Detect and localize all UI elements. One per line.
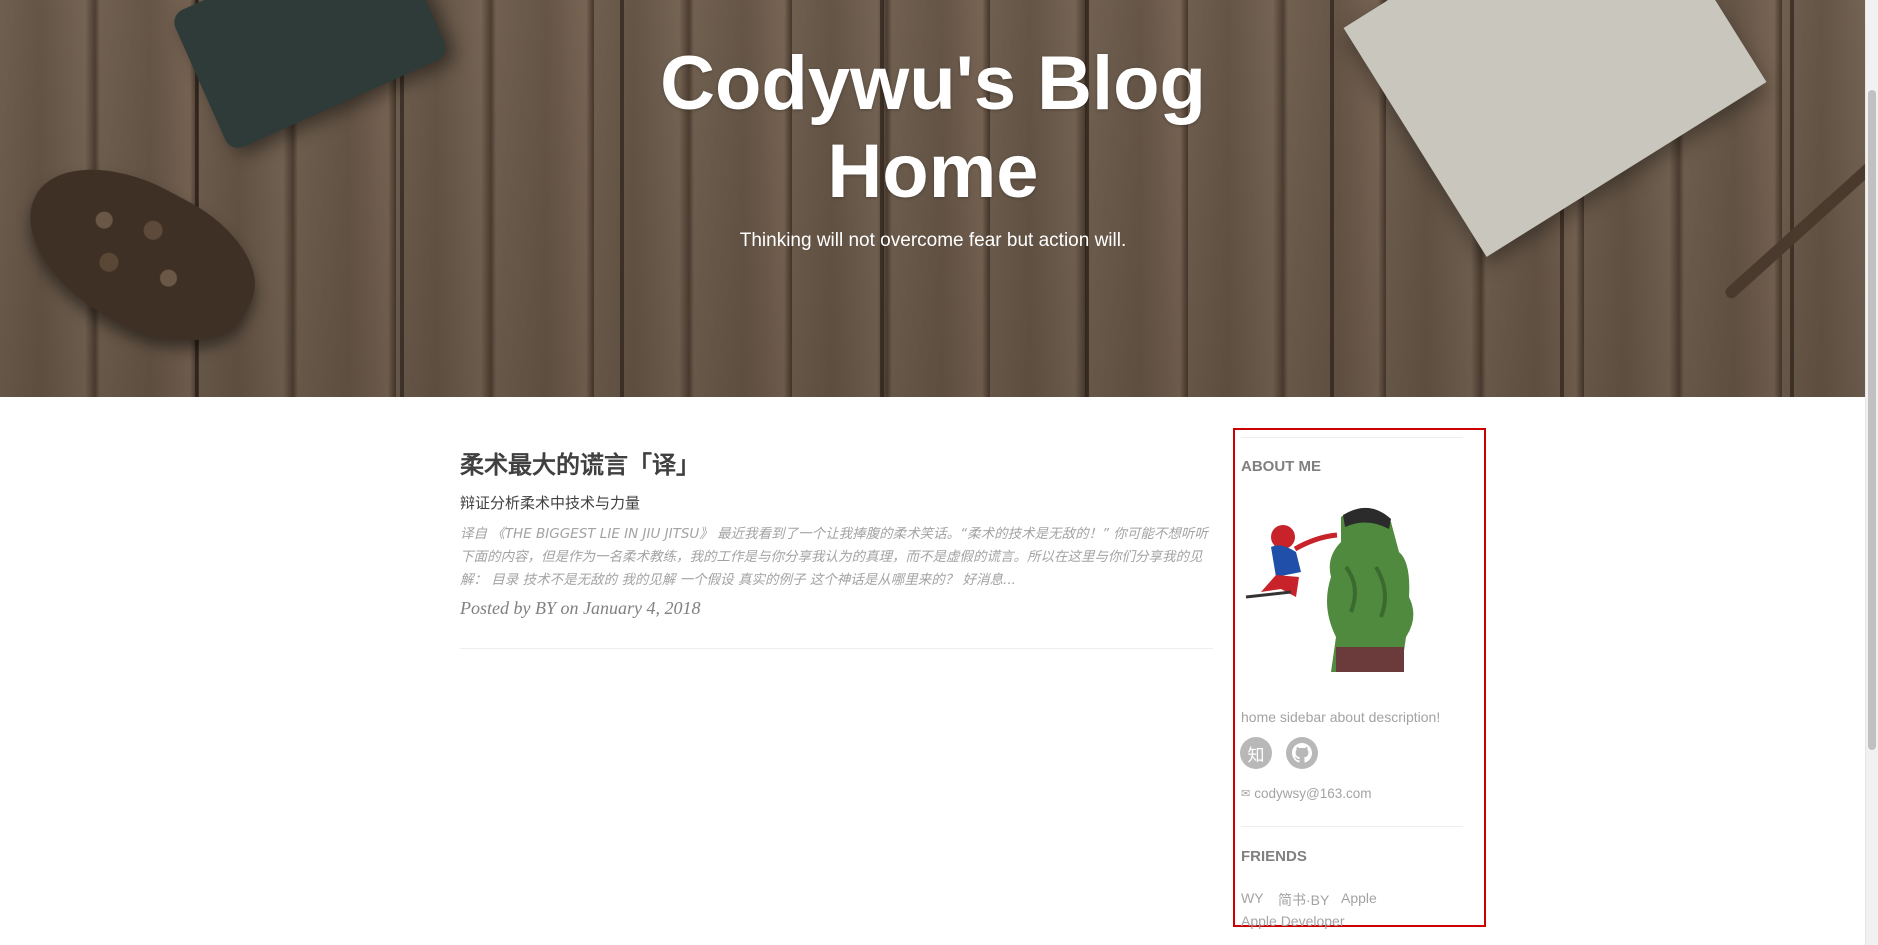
about-description: home sidebar about description! bbox=[1241, 709, 1441, 725]
site-title-line1: Codywu's Blog bbox=[660, 41, 1206, 126]
site-title: Codywu's Blog Home bbox=[0, 40, 1866, 216]
post-meta: Posted by BY on January 4, 2018 bbox=[460, 598, 701, 618]
friend-link-apple-developer[interactable]: Apple Developer bbox=[1241, 913, 1345, 929]
post-divider bbox=[460, 648, 1213, 649]
site-title-line2: Home bbox=[827, 129, 1039, 214]
email-text: codywsy@163.com bbox=[1254, 786, 1372, 801]
friend-link-apple[interactable]: Apple bbox=[1341, 890, 1377, 906]
sidebar-divider bbox=[1241, 826, 1463, 827]
page-scrollbar[interactable] bbox=[1865, 0, 1878, 945]
email-link[interactable]: ✉ codywsy@163.com bbox=[1241, 786, 1371, 801]
page: Codywu's Blog Home Thinking will not ove… bbox=[0, 0, 1878, 945]
site-heading: Codywu's Blog Home Thinking will not ove… bbox=[0, 40, 1866, 252]
intro-header: Codywu's Blog Home Thinking will not ove… bbox=[0, 0, 1866, 397]
friends-heading: FRIENDS bbox=[1241, 848, 1307, 865]
scrollbar-thumb[interactable] bbox=[1868, 90, 1876, 750]
sidebar: ABOUT ME home sidebar about description!… bbox=[1233, 428, 1486, 929]
site-subtitle: Thinking will not overcome fear but acti… bbox=[739, 230, 1127, 251]
post-subtitle[interactable]: 辩证分析柔术中技术与力量 bbox=[460, 492, 1213, 513]
zhihu-icon[interactable]: 知 bbox=[1240, 737, 1272, 769]
zhihu-label: 知 bbox=[1247, 745, 1265, 766]
friend-link-jianshu-by[interactable]: 简书·BY bbox=[1278, 890, 1329, 910]
mail-icon: ✉ bbox=[1241, 788, 1251, 800]
github-logo-icon bbox=[1292, 743, 1312, 763]
friend-link-wy[interactable]: WY bbox=[1241, 890, 1264, 906]
sidebar-divider bbox=[1241, 437, 1463, 438]
post-title[interactable]: 柔术最大的谎言「译」 bbox=[460, 445, 1213, 480]
post-preview[interactable]: 柔术最大的谎言「译」 辩证分析柔术中技术与力量 译自 《THE BIGGEST … bbox=[460, 445, 1213, 619]
about-heading: ABOUT ME bbox=[1241, 458, 1321, 475]
github-icon[interactable] bbox=[1286, 737, 1318, 769]
post-excerpt[interactable]: 译自 《THE BIGGEST LIE IN JIU JITSU》 最近我看到了… bbox=[460, 523, 1213, 592]
spiderman-hulk-avatar bbox=[1245, 507, 1414, 672]
